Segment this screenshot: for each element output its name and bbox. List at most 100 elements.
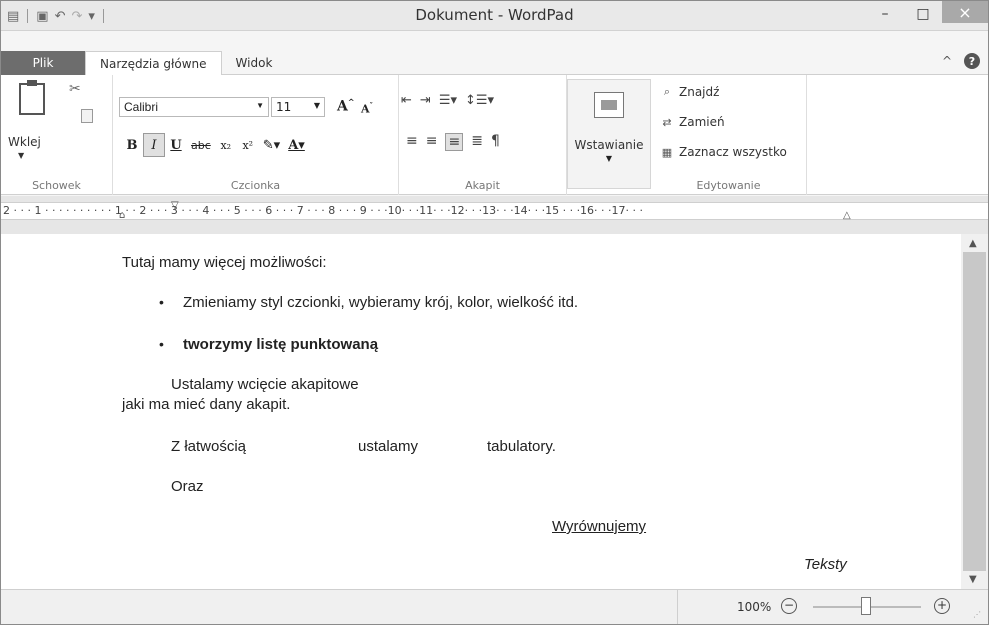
select-all-icon: ▦ (661, 145, 673, 159)
insert-button[interactable]: Wstawianie (568, 138, 650, 152)
bullet-marker: • (159, 294, 164, 310)
paste-button[interactable]: Wklej (8, 135, 41, 149)
redo-icon[interactable]: ↷ (72, 9, 83, 24)
maximize-button[interactable]: □ (904, 1, 942, 27)
doc-tab-text-3: tabulatory. (487, 438, 556, 455)
subscript-icon[interactable]: x₂ (215, 133, 237, 157)
tab-home[interactable]: Narzędzia główne (85, 51, 222, 76)
wordpad-window: ▤ ▣ ↶ ↷ ▾ Dokument - WordPad – □ × Plik … (0, 0, 989, 625)
app-menu-icon[interactable]: ▤ (7, 9, 19, 24)
editing-group-label: Edytowanie (696, 179, 761, 192)
paragraph-settings-icon[interactable]: ¶ (491, 133, 500, 151)
ribbon-tabs: Plik Narzędzia główne Widok (1, 51, 287, 76)
font-size-combobox[interactable]: 11 ▼ (271, 97, 325, 117)
resize-grip-icon[interactable]: ⋰ (973, 610, 981, 619)
paragraph-group-label: Akapit (465, 179, 500, 192)
undo-icon[interactable]: ↶ (55, 9, 66, 24)
title-bar: ▤ ▣ ↶ ↷ ▾ Dokument - WordPad – □ × (1, 1, 988, 31)
scrollbar-thumb[interactable] (963, 252, 986, 571)
shrink-font-icon[interactable]: Aˇ (361, 101, 373, 116)
window-title: Dokument - WordPad (415, 6, 574, 24)
increase-indent-icon[interactable]: ⇥ (420, 93, 431, 108)
replace-icon: ⇄ (662, 115, 672, 129)
zoom-in-icon[interactable]: + (934, 598, 950, 614)
tab-file[interactable]: Plik (1, 51, 85, 75)
select-all-label: Zaznacz wszystko (679, 145, 787, 159)
font-name-value: Calibri (124, 100, 159, 114)
align-right-icon[interactable]: ≡ (445, 133, 464, 151)
qat-separator (102, 9, 104, 23)
qat-separator (27, 9, 29, 23)
italic-icon[interactable]: I (143, 133, 165, 157)
underline-icon[interactable]: U (165, 133, 187, 157)
doc-bullet-2: tworzymy listę punktowaną (183, 336, 379, 353)
paste-dropdown-icon[interactable]: ▼ (18, 151, 24, 160)
font-name-combobox[interactable]: Calibri ▼ (119, 97, 269, 117)
align-left-icon[interactable]: ≡ (406, 133, 418, 151)
qat-customize-icon[interactable]: ▾ (88, 9, 95, 24)
document-area[interactable]: Tutaj mamy więcej możliwości: • Zmieniam… (1, 234, 961, 589)
highlight-color-icon[interactable]: ✎▾ (259, 133, 284, 157)
status-bar: 100% − + ⋰ (1, 589, 988, 624)
left-indent-marker-icon[interactable]: ⌂ (119, 210, 125, 221)
find-label: Znajdź (679, 85, 720, 99)
save-icon[interactable]: ▣ (36, 9, 48, 24)
doc-italic-text: Teksty (804, 556, 847, 573)
ruler-indent-area (1, 220, 988, 232)
right-indent-marker-icon[interactable]: △ (843, 210, 851, 221)
minimize-button[interactable]: – (866, 1, 904, 27)
select-all-button[interactable]: ▦ Zaznacz wszystko (659, 145, 787, 159)
replace-button[interactable]: ⇄ Zamień (659, 115, 725, 129)
editing-group: ⌕ Znajdź ⇄ Zamień ▦ Zaznacz wszystko Edy… (651, 75, 807, 195)
collapse-ribbon-icon[interactable]: ^ (942, 54, 952, 68)
scroll-down-icon[interactable]: ▼ (969, 574, 977, 585)
ruler-scale: 2 · · · 1 · · · · · · · · · · 1 · · 2 · … (1, 202, 988, 220)
tab-view[interactable]: Widok (222, 51, 287, 75)
chevron-down-icon[interactable]: ▼ (256, 101, 264, 110)
font-group-label: Czcionka (230, 179, 281, 192)
superscript-icon[interactable]: x² (237, 133, 259, 157)
find-button[interactable]: ⌕ Znajdź (659, 85, 720, 99)
decrease-indent-icon[interactable]: ⇤ (401, 93, 412, 108)
zoom-slider-thumb[interactable] (861, 597, 871, 615)
bold-icon[interactable]: B (121, 133, 143, 157)
first-line-indent-marker-icon[interactable]: ▽ (171, 200, 179, 211)
vertical-scrollbar[interactable]: ▲ ▼ (961, 234, 988, 589)
strikethrough-icon[interactable]: abc (187, 133, 215, 157)
cut-icon[interactable]: ✂ (69, 81, 81, 97)
paragraph-row-2: ≡ ≡ ≡ ≣ ¶ (406, 133, 500, 151)
clipboard-group-label: Schowek (32, 179, 81, 192)
paste-icon[interactable] (19, 80, 45, 115)
doc-indent-line-1: Ustalamy wcięcie akapitowe (171, 376, 359, 393)
doc-paragraph-oraz: Oraz (171, 478, 204, 495)
window-controls: – □ × (866, 1, 988, 31)
font-format-row: B I U abc x₂ x² ✎▾ A▾ (121, 133, 309, 157)
insert-picture-icon (594, 92, 624, 118)
paragraph-row-1: ⇤ ⇥ ☰▾ ↕☰▾ (401, 93, 494, 108)
insert-dropdown-icon[interactable]: ▼ (568, 154, 650, 163)
replace-label: Zamień (679, 115, 725, 129)
align-center-icon[interactable]: ≡ (426, 133, 438, 151)
zoom-level: 100% (737, 600, 772, 614)
help-icon[interactable]: ? (964, 53, 980, 69)
justify-icon[interactable]: ≣ (471, 133, 483, 151)
font-size-value: 11 (276, 100, 292, 114)
line-spacing-icon[interactable]: ↕☰▾ (465, 93, 494, 108)
binoculars-icon: ⌕ (663, 85, 671, 98)
chevron-down-icon[interactable]: ▼ (314, 101, 320, 110)
ribbon: Wklej ▼ ✂ Schowek Czcionka Calibri ▼ 11 … (1, 75, 988, 195)
doc-bullet-1: Zmieniamy styl czcionki, wybieramy krój,… (183, 294, 579, 311)
ribbon-help-area: ^ ? (942, 53, 980, 69)
scroll-up-icon[interactable]: ▲ (969, 238, 977, 249)
bullet-list-icon[interactable]: ☰▾ (439, 93, 457, 108)
font-color-icon[interactable]: A▾ (284, 133, 309, 157)
doc-indent-line-2: jaki ma mieć dany akapit. (122, 396, 291, 413)
copy-icon[interactable] (81, 109, 93, 123)
insert-group[interactable]: Wstawianie ▼ (567, 79, 651, 189)
grow-font-icon[interactable]: A^ (337, 97, 355, 115)
clipboard-group: Wklej ▼ ✂ Schowek (1, 75, 113, 195)
ruler[interactable]: 2 · · · 1 · · · · · · · · · · 1 · · 2 · … (1, 196, 988, 236)
zoom-out-icon[interactable]: − (781, 598, 797, 614)
close-button[interactable]: × (942, 1, 988, 23)
doc-paragraph-intro: Tutaj mamy więcej możliwości: (122, 254, 327, 271)
